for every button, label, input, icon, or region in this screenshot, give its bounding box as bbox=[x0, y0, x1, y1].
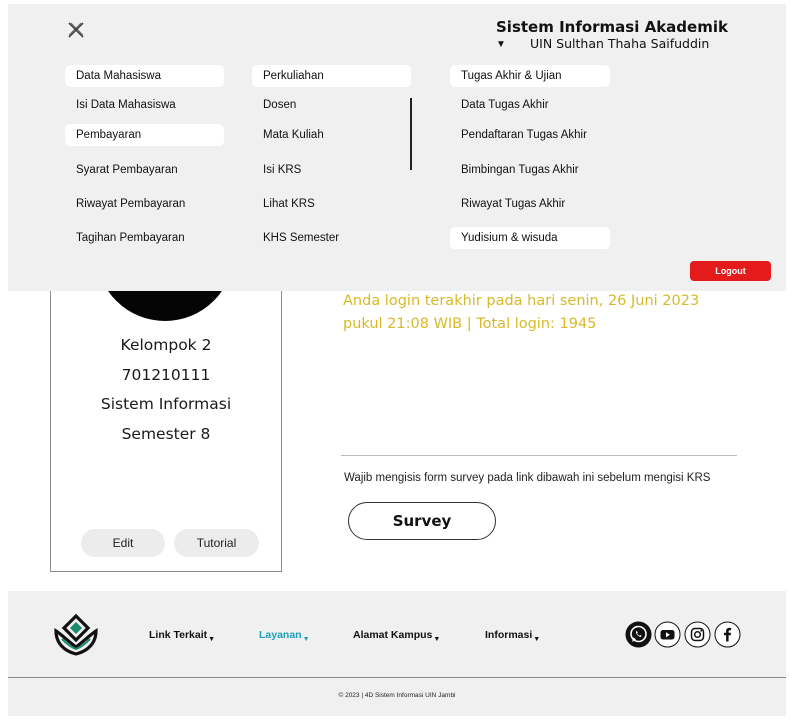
footer: Link Terkait▼ Layanan▼ Alamat Kampus▼ In… bbox=[8, 591, 786, 716]
chevron-down-icon: ▼ bbox=[208, 636, 216, 643]
menu-tugas-akhir-ujian[interactable]: Tugas Akhir & Ujian bbox=[450, 65, 610, 87]
logout-button[interactable]: Logout bbox=[690, 261, 771, 281]
uin-logo-icon bbox=[54, 613, 98, 656]
menu-data-mahasiswa[interactable]: Data Mahasiswa bbox=[65, 65, 224, 87]
profile-program: Sistem Informasi bbox=[100, 395, 232, 413]
edit-button[interactable]: Edit bbox=[81, 529, 165, 557]
profile-card: Kelompok 2 701210111 Sistem Informasi Se… bbox=[50, 211, 282, 572]
menu-lihat-krs[interactable]: Lihat KRS bbox=[252, 193, 315, 215]
app-subtitle: UIN Sulthan Thaha Saifuddin bbox=[530, 36, 710, 51]
footer-link-informasi[interactable]: Informasi▼ bbox=[485, 629, 540, 643]
menu-riwayat-pembayaran[interactable]: Riwayat Pembayaran bbox=[65, 193, 185, 215]
footer-link-alamat-kampus[interactable]: Alamat Kampus▼ bbox=[353, 629, 440, 643]
profile-group: Kelompok 2 bbox=[120, 336, 212, 354]
menu-yudisium-wisuda[interactable]: Yudisium & wisuda bbox=[450, 227, 610, 249]
youtube-icon[interactable] bbox=[654, 621, 681, 648]
tutorial-button[interactable]: Tutorial bbox=[174, 529, 259, 557]
chevron-down-icon: ▼ bbox=[433, 636, 441, 643]
footer-link-label: Layanan bbox=[259, 629, 302, 641]
last-login-info: Anda login terakhir pada hari senin, 26 … bbox=[343, 293, 700, 332]
menu-data-tugas-akhir[interactable]: Data Tugas Akhir bbox=[450, 94, 549, 116]
copyright-text: © 2023 | 4D Sistem Informasi UIN Jambi bbox=[338, 692, 456, 699]
content-divider bbox=[341, 455, 737, 456]
menu-mata-kuliah[interactable]: Mata Kuliah bbox=[252, 124, 324, 146]
menu-dosen[interactable]: Dosen bbox=[252, 94, 296, 116]
close-icon[interactable] bbox=[66, 20, 86, 40]
footer-link-terkait[interactable]: Link Terkait▼ bbox=[149, 629, 215, 643]
menu-riwayat-tugas-akhir[interactable]: Riwayat Tugas Akhir bbox=[450, 193, 565, 215]
profile-details: Kelompok 2 701210111 Sistem Informasi Se… bbox=[51, 331, 281, 449]
menu-pendaftaran-tugas-akhir[interactable]: Pendaftaran Tugas Akhir bbox=[450, 124, 587, 146]
menu-bimbingan-tugas-akhir[interactable]: Bimbingan Tugas Akhir bbox=[450, 159, 579, 181]
menu-tagihan-pembayaran[interactable]: Tagihan Pembayaran bbox=[65, 227, 185, 249]
whatsapp-icon[interactable] bbox=[625, 621, 652, 648]
app-title: Sistem Informasi Akademik bbox=[496, 18, 728, 36]
facebook-icon[interactable] bbox=[714, 621, 741, 648]
menu-isi-data-mahasiswa[interactable]: Isi Data Mahasiswa bbox=[65, 94, 176, 116]
footer-link-label: Link Terkait bbox=[149, 629, 208, 641]
menu-isi-krs[interactable]: Isi KRS bbox=[252, 159, 301, 181]
menu-syarat-pembayaran[interactable]: Syarat Pembayaran bbox=[65, 159, 178, 181]
footer-link-label: Informasi bbox=[485, 629, 533, 641]
footer-link-layanan[interactable]: Layanan▼ bbox=[259, 629, 310, 643]
footer-link-label: Alamat Kampus bbox=[353, 629, 433, 641]
survey-note: Wajib mengisis form survey pada link dib… bbox=[344, 472, 711, 484]
menu-perkuliahan[interactable]: Perkuliahan bbox=[252, 65, 411, 87]
chevron-down-icon[interactable]: ▼ bbox=[496, 39, 506, 50]
column-divider bbox=[410, 98, 412, 170]
profile-semester: Semester 8 bbox=[121, 424, 211, 443]
profile-nim: 701210111 bbox=[121, 365, 211, 384]
survey-button[interactable]: Survey bbox=[348, 502, 496, 540]
menu-pembayaran[interactable]: Pembayaran bbox=[65, 124, 224, 146]
chevron-down-icon: ▼ bbox=[533, 636, 541, 643]
instagram-icon[interactable] bbox=[684, 621, 711, 648]
footer-divider bbox=[8, 677, 786, 678]
chevron-down-icon: ▼ bbox=[302, 636, 310, 643]
nav-menu-overlay: Sistem Informasi Akademik ▼ UIN Sulthan … bbox=[8, 4, 786, 291]
menu-khs-semester[interactable]: KHS Semester bbox=[252, 227, 339, 249]
